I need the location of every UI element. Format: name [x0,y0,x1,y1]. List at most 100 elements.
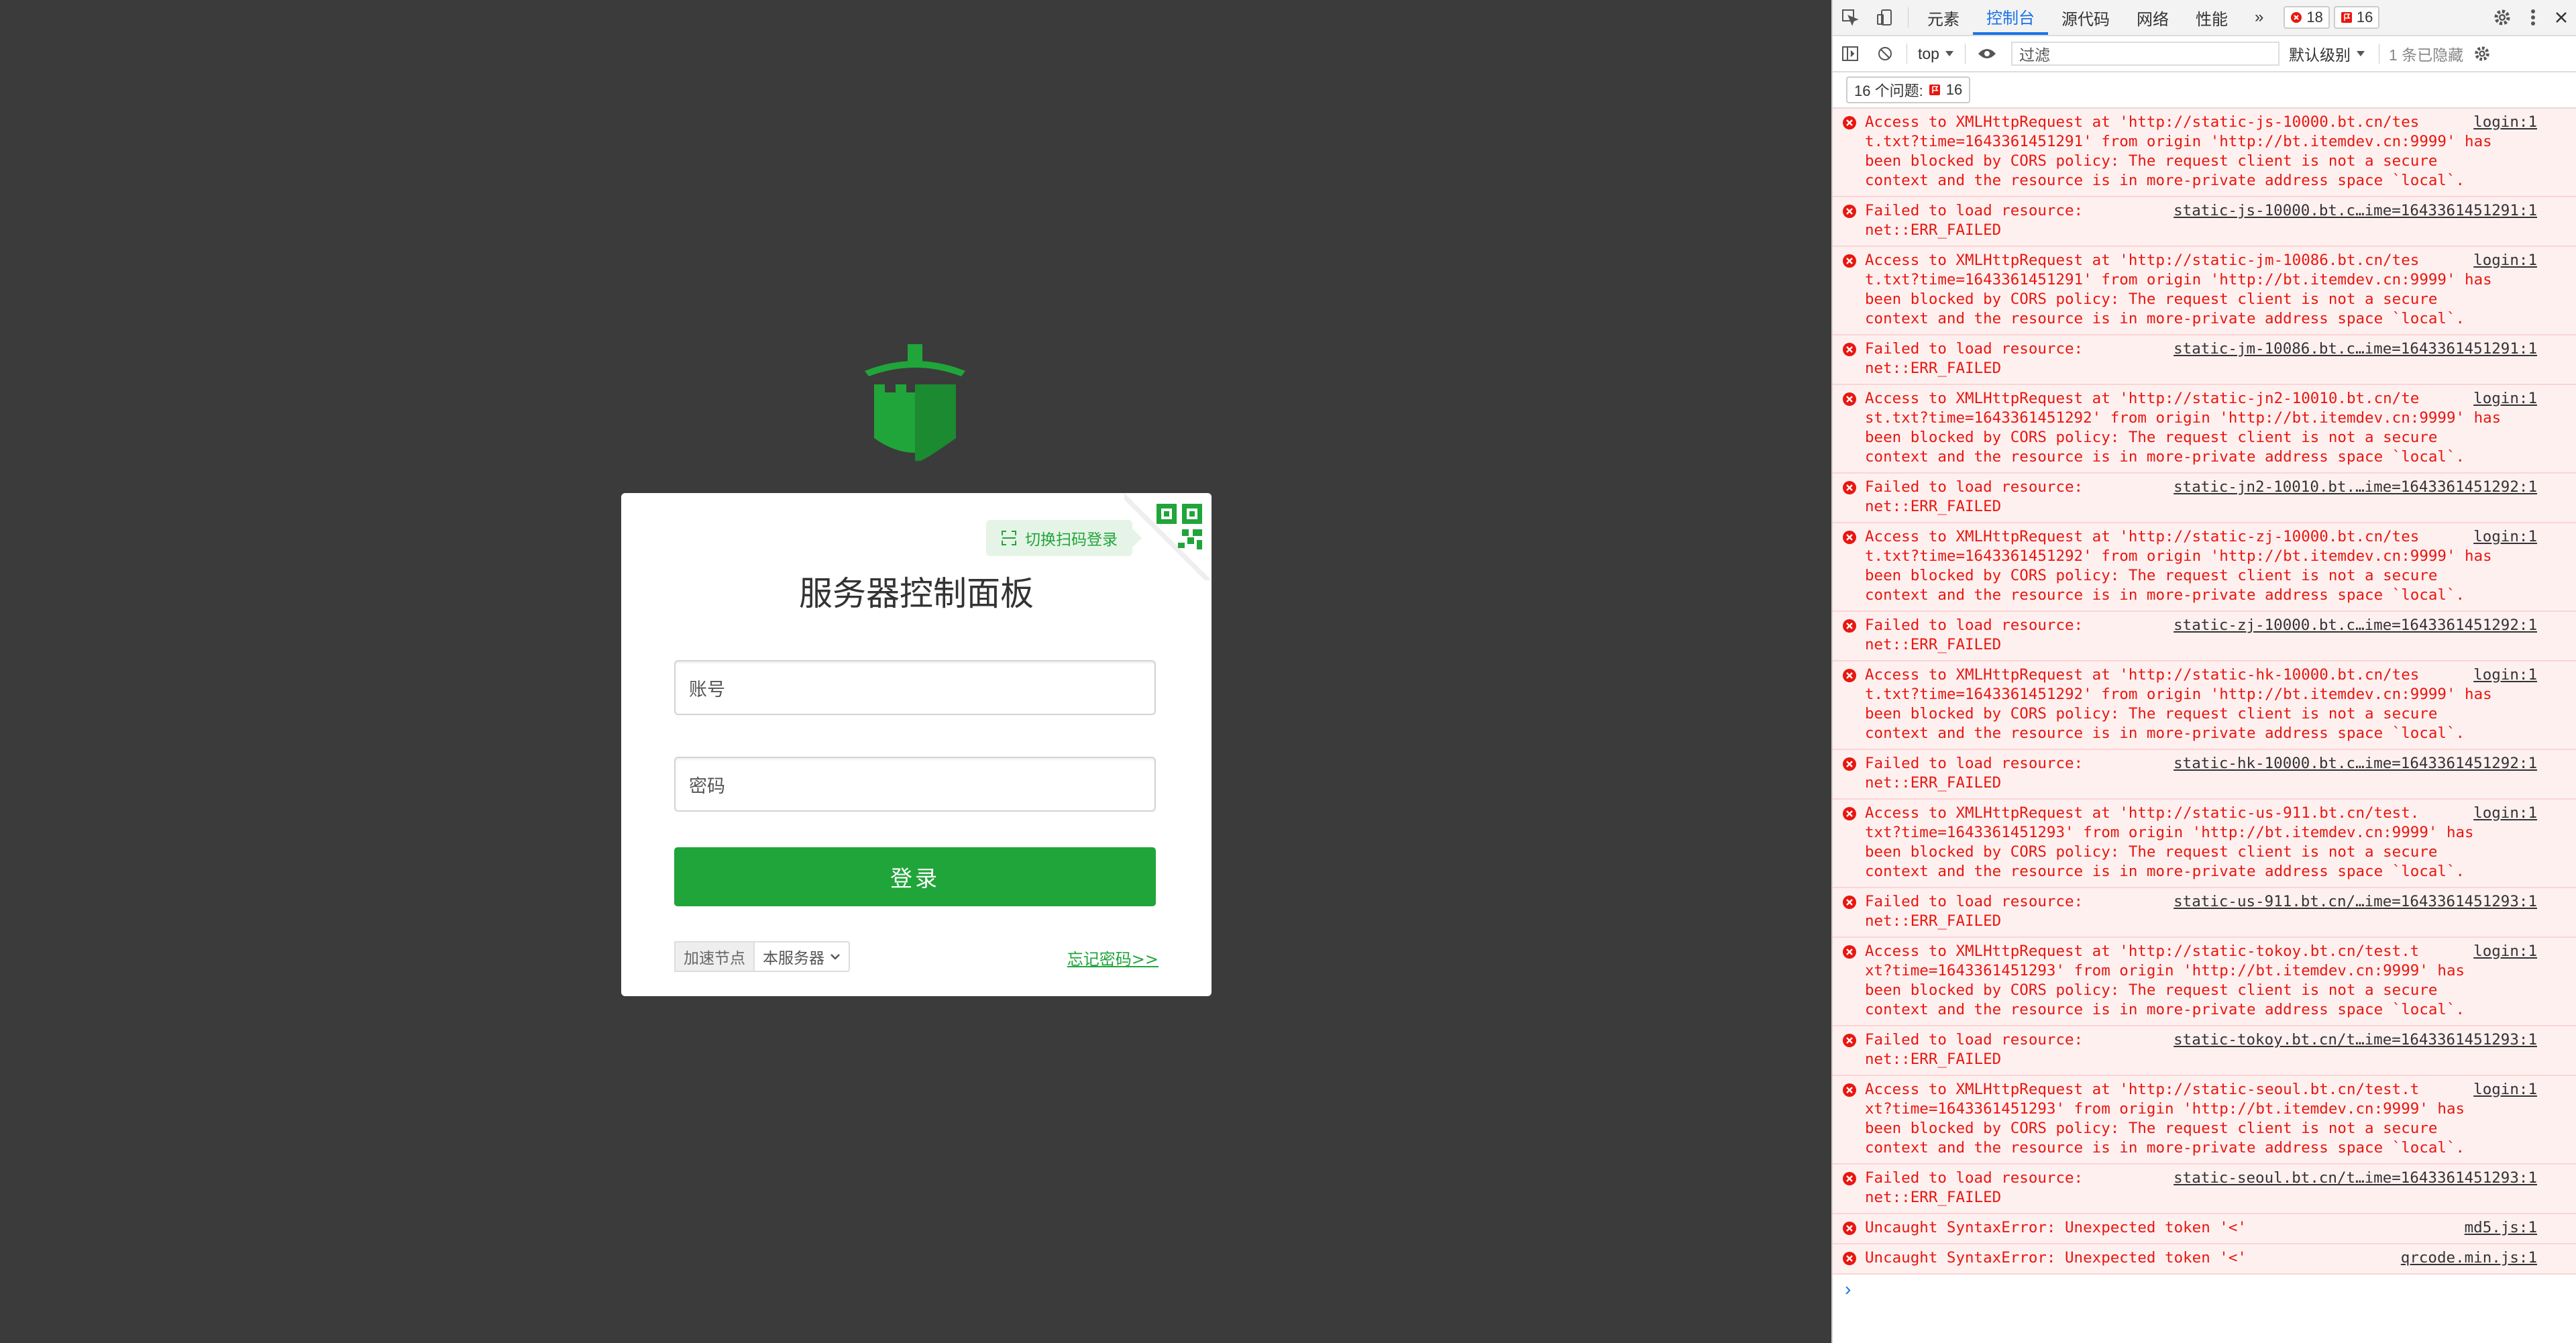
error-icon [1843,116,1856,129]
console-error-message: Failed to load resource: net::ERR_FAILED s… [1833,335,2576,385]
message-line: t.txt?time=1643361451292' from origin 'h… [1865,686,2492,703]
login-button[interactable]: 登录 [674,847,1156,906]
log-level-selector[interactable]: 默认级别 [2279,42,2375,65]
tab-network[interactable]: 网络 [2123,0,2182,35]
dropdown-arrow-icon [1945,51,1953,56]
console-prompt[interactable]: › [1833,1275,2576,1300]
error-icon [1843,205,1856,218]
console-error-message: Failed to load resource: net::ERR_FAILED s… [1833,474,2576,523]
context-value: top [1918,44,1939,62]
switch-qr-login-button[interactable]: 切换扫码登录 [986,520,1142,556]
message-line: been blocked by CORS policy: The request… [1865,843,2438,861]
close-icon[interactable] [2546,0,2576,35]
message-source-link[interactable]: static-hk-10000.bt.c…ime=1643361451292:1 [2174,754,2537,773]
error-count-badge[interactable]: 18 [2284,6,2330,29]
console-error-message: Failed to load resource: net::ERR_FAILED s… [1833,888,2576,938]
console-error-message: Access to XMLHttpRequest at 'http://stat… [1833,247,2576,335]
inspect-element-icon[interactable] [1833,0,1868,35]
message-line: Access to XMLHttpRequest at 'http://stat… [1865,252,2420,269]
message-source-link[interactable]: static-js-10000.bt.c…ime=1643361451291:1 [2174,201,2537,221]
message-line: net::ERR_FAILED [1865,774,2002,792]
console-error-message: Access to XMLHttpRequest at 'http://stat… [1833,109,2576,197]
filter-placeholder: 过滤 [2019,46,2050,64]
sidebar-toggle-icon[interactable] [1833,36,1868,71]
console-messages: Access to XMLHttpRequest at 'http://stat… [1833,109,2576,1275]
issue-count: 16 [2356,9,2373,25]
message-source-link[interactable]: login:1 [2473,1080,2537,1099]
password-input[interactable]: 密码 [674,757,1156,812]
error-icon [1843,1222,1856,1235]
node-select[interactable]: 本服务器 [753,941,850,972]
message-source-link[interactable]: login:1 [2473,527,2537,547]
issues-label: 16 个问题: [1854,83,1923,99]
error-icon [1843,757,1856,771]
message-line: net::ERR_FAILED [1865,1189,2002,1206]
tab-sources[interactable]: 源代码 [2048,0,2123,35]
message-source-link[interactable]: qrcode.min.js:1 [2401,1248,2537,1268]
error-icon [1843,807,1856,820]
filter-input[interactable]: 过滤 [2010,42,2279,66]
console-toolbar: top 过滤 默认级别 1 条已隐藏 [1833,36,2576,72]
forgot-password-link[interactable]: 忘记密码>> [1067,946,1159,969]
tab-performance[interactable]: 性能 [2182,0,2241,35]
username-input[interactable]: 账号 [674,660,1156,715]
message-line: been blocked by CORS policy: The request… [1865,290,2438,308]
issues-button[interactable]: 16 个问题: 16 [1846,76,1971,103]
message-line: txt?time=1643361451293' from origin 'htt… [1865,824,2474,841]
message-line: context and the resource is in more-priv… [1865,586,2465,604]
message-source-link[interactable]: login:1 [2473,113,2537,132]
scan-icon [1002,531,1016,545]
message-source-link[interactable]: login:1 [2473,942,2537,961]
message-line: Access to XMLHttpRequest at 'http://stat… [1865,528,2420,545]
message-source-link[interactable]: md5.js:1 [2465,1218,2537,1238]
error-icon [1843,619,1856,633]
device-toolbar-icon[interactable] [1868,0,1902,35]
message-source-link[interactable]: static-jn2-10010.bt.…ime=1643361451292:1 [2174,478,2537,497]
more-options-icon[interactable] [2520,0,2546,35]
message-line: Access to XMLHttpRequest at 'http://stat… [1865,804,2420,822]
message-line: context and the resource is in more-priv… [1865,724,2465,742]
console-error-message: Access to XMLHttpRequest at 'http://stat… [1833,1076,2576,1165]
error-icon [1843,1172,1856,1185]
message-source-link[interactable]: login:1 [2473,251,2537,270]
message-line: Access to XMLHttpRequest at 'http://stat… [1865,1081,2420,1098]
clear-console-icon[interactable] [1868,36,1902,71]
settings-gear-icon[interactable] [2485,0,2520,35]
issues-bar: 16 个问题: 16 [1833,72,2576,109]
message-source-link[interactable]: static-zj-10000.bt.c…ime=1643361451292:1 [2174,616,2537,635]
message-line: been blocked by CORS policy: The request… [1865,705,2438,722]
message-line: Access to XMLHttpRequest at 'http://stat… [1865,113,2420,131]
message-line: st.txt?time=1643361451292' from origin '… [1865,409,2502,427]
tab-elements[interactable]: 元素 [1914,0,1973,35]
message-line: context and the resource is in more-priv… [1865,1139,2465,1157]
error-icon [2291,12,2302,23]
console-error-message: Access to XMLHttpRequest at 'http://stat… [1833,523,2576,612]
username-placeholder: 账号 [689,679,725,700]
message-line: context and the resource is in more-priv… [1865,863,2465,880]
message-line: been blocked by CORS policy: The request… [1865,567,2438,584]
message-source-link[interactable]: static-jm-10086.bt.c…ime=1643361451291:1 [2174,339,2537,359]
log-level-value: 默认级别 [2288,46,2351,64]
error-icon [1843,1083,1856,1097]
message-line: context and the resource is in more-priv… [1865,172,2465,189]
console-error-message: Uncaught SyntaxError: Unexpected token '… [1833,1244,2576,1275]
context-selector[interactable]: top [1911,45,1961,63]
console-settings-gear-icon[interactable] [2469,36,2496,71]
message-source-link[interactable]: static-tokoy.bt.cn/t…ime=1643361451293:1 [2174,1030,2537,1050]
console-error-message: Failed to load resource: net::ERR_FAILED s… [1833,750,2576,800]
error-icon [1843,1034,1856,1047]
node-selector: 加速节点 本服务器 [674,941,850,972]
tab-console[interactable]: 控制台 [1973,0,2048,35]
message-source-link[interactable]: login:1 [2473,389,2537,409]
message-source-link[interactable]: login:1 [2473,804,2537,823]
live-expression-eye-icon[interactable] [1970,36,2004,71]
console-error-message: Access to XMLHttpRequest at 'http://stat… [1833,661,2576,750]
issues-count: 16 [1945,81,1963,98]
devtools-panel: 元素 控制台 源代码 网络 性能 » 18 16 top 过滤 默认级别 1 条… [1831,0,2576,1343]
message-source-link[interactable]: static-us-911.bt.cn/…ime=1643361451293:1 [2174,892,2537,912]
more-tabs-button[interactable]: » [2241,0,2277,35]
issue-count-badge[interactable]: 16 [2333,6,2380,29]
message-source-link[interactable]: static-seoul.bt.cn/t…ime=1643361451293:1 [2174,1169,2537,1188]
message-source-link[interactable]: login:1 [2473,665,2537,685]
message-line: net::ERR_FAILED [1865,912,2002,930]
